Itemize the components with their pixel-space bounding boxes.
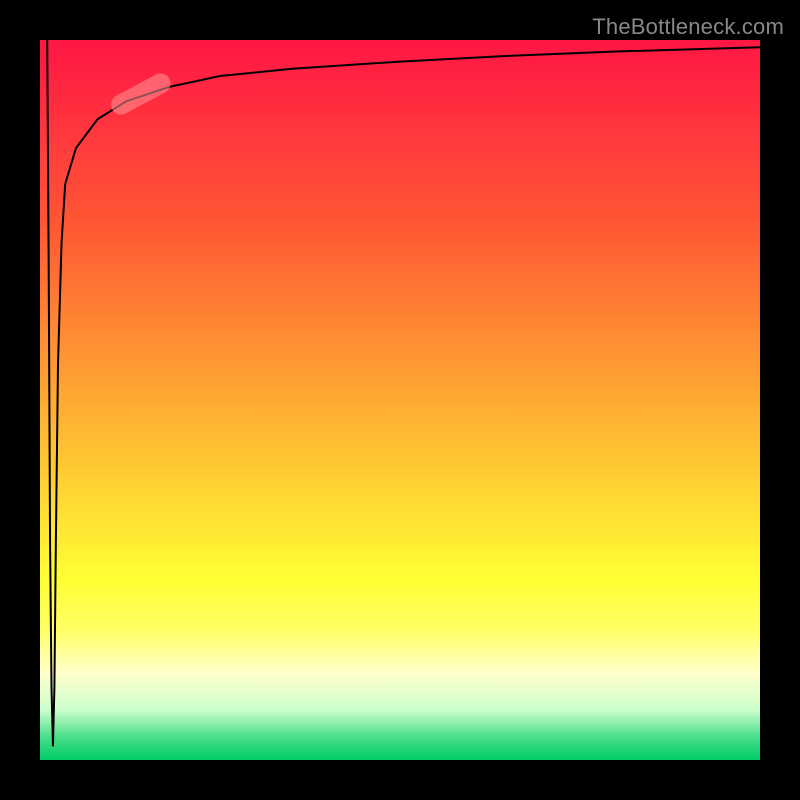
plot-area [40,40,760,760]
watermark-text: TheBottleneck.com [592,14,784,40]
chart-container: TheBottleneck.com [0,0,800,800]
